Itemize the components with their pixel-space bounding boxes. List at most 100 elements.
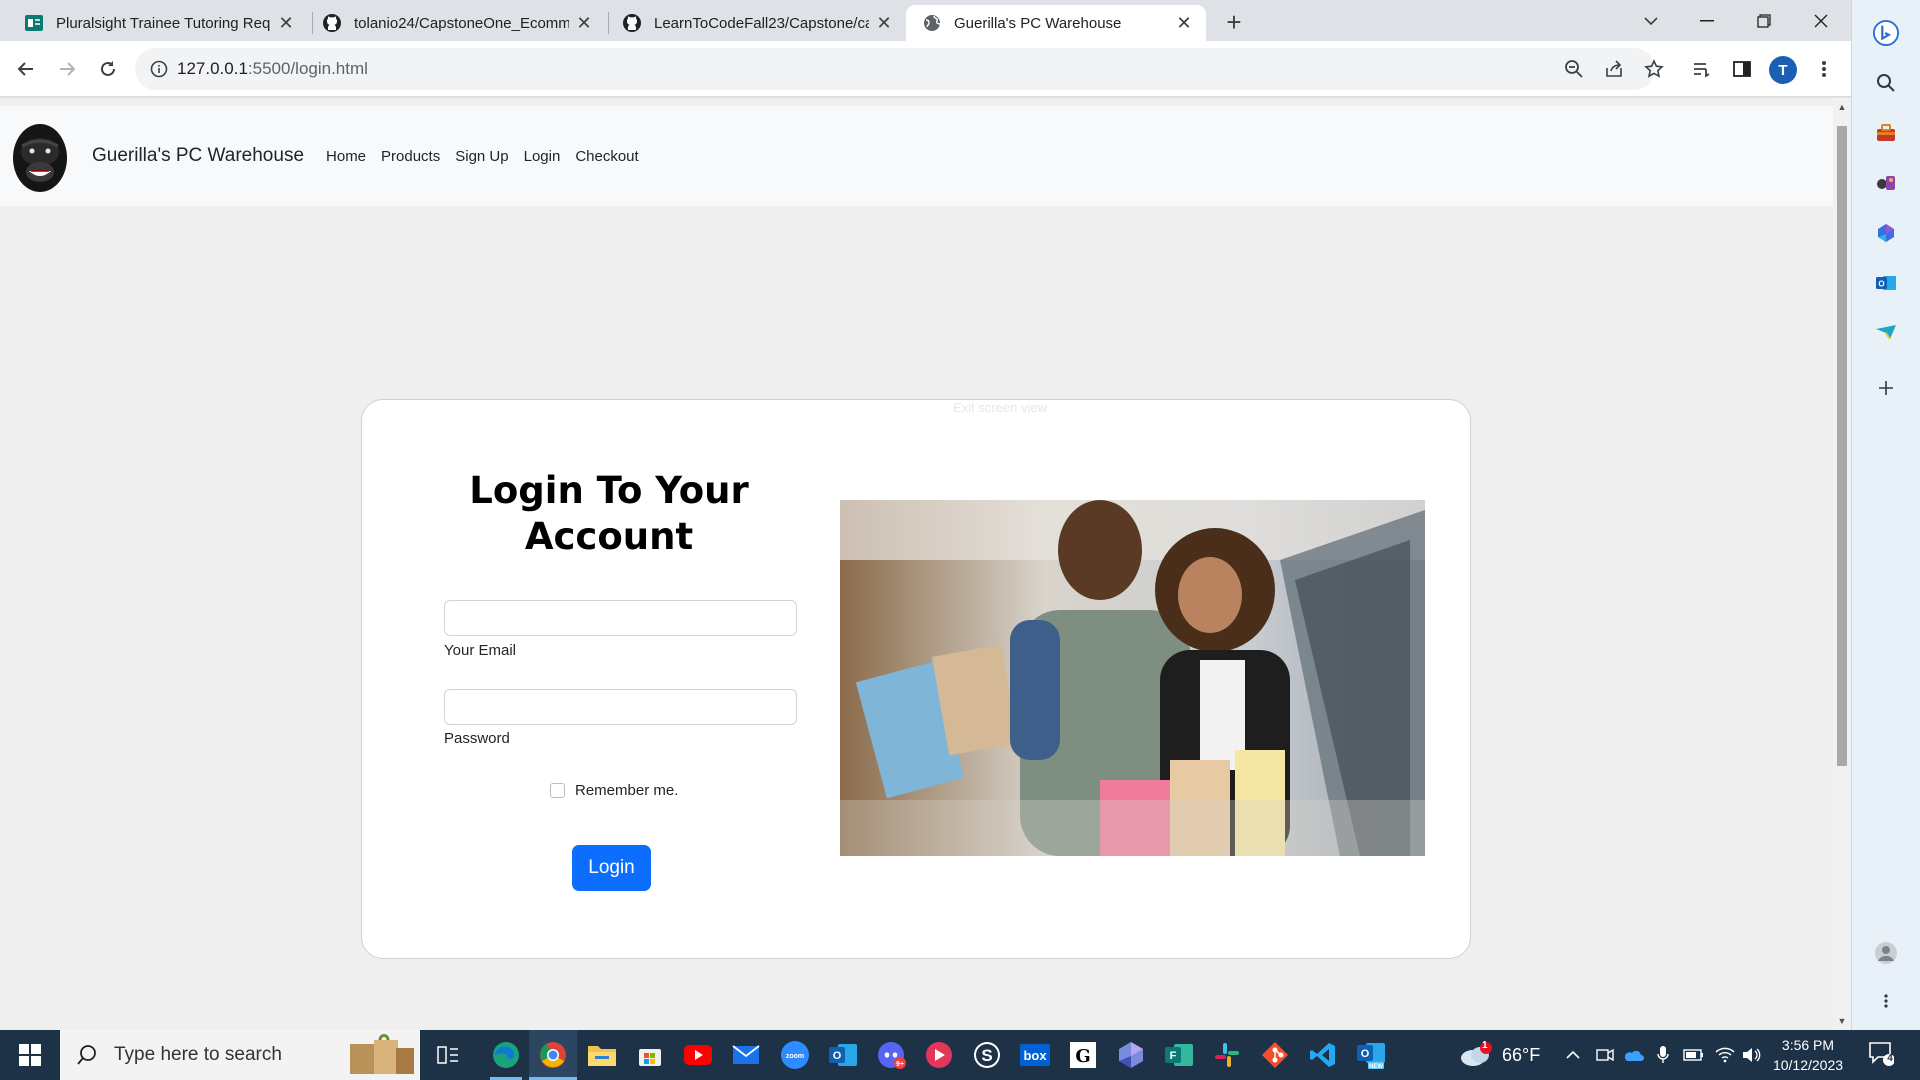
remember-me-checkbox[interactable]	[550, 783, 565, 798]
close-icon[interactable]: ✕	[276, 13, 296, 33]
system-clock[interactable]: 3:56 PM 10/12/2023	[1768, 1035, 1848, 1075]
tab-strip: Pluralsight Trainee Tutoring Req ✕ tolan…	[0, 0, 1851, 41]
g-app-icon[interactable]: G	[1067, 1039, 1099, 1071]
reading-list-icon[interactable]	[1688, 55, 1716, 83]
close-icon[interactable]: ✕	[574, 13, 594, 33]
browser-toolbar: 127.0.0.1:5500/login.html T	[0, 41, 1851, 97]
git-client-icon[interactable]	[1259, 1039, 1291, 1071]
svg-text:O: O	[833, 1050, 842, 1062]
microphone-icon[interactable]	[1657, 1030, 1669, 1080]
url-text: 127.0.0.1:5500/login.html	[177, 59, 368, 79]
restore-icon[interactable]	[1735, 0, 1792, 41]
side-panel-icon[interactable]	[1728, 55, 1756, 83]
profile-avatar[interactable]: T	[1769, 56, 1797, 84]
games-icon[interactable]	[1873, 170, 1899, 196]
tab-title: tolanio24/CapstoneOne_Ecomm	[354, 14, 569, 32]
url-path: :5500/login.html	[247, 59, 368, 78]
meet-now-icon[interactable]	[1596, 1030, 1614, 1080]
wifi-icon[interactable]	[1715, 1030, 1735, 1080]
back-icon[interactable]	[12, 55, 40, 83]
drop-send-icon[interactable]	[1873, 320, 1899, 346]
microsoft-store-icon[interactable]	[634, 1039, 666, 1071]
edge-sidebar: O	[1851, 0, 1920, 1030]
share-icon[interactable]	[1600, 55, 1628, 83]
site-brand[interactable]: Guerilla's PC Warehouse	[92, 145, 304, 167]
menu-kebab-icon[interactable]	[1810, 55, 1838, 83]
gorilla-logo-icon[interactable]	[10, 116, 70, 196]
tab-title: Pluralsight Trainee Tutoring Req	[56, 14, 271, 32]
weather-badge: 1	[1482, 1040, 1488, 1051]
add-icon[interactable]	[1873, 375, 1899, 401]
windows-start-icon[interactable]	[0, 1030, 60, 1080]
scrollbar-thumb[interactable]	[1837, 126, 1847, 766]
tab-search-icon[interactable]	[1622, 0, 1679, 41]
mail-icon[interactable]	[730, 1039, 762, 1071]
onedrive-icon[interactable]	[1622, 1030, 1644, 1080]
bing-chat-icon[interactable]	[1873, 20, 1899, 46]
hexagon-app-icon[interactable]	[1115, 1039, 1147, 1071]
tab-guerillas-pc-warehouse[interactable]: Guerilla's PC Warehouse ✕	[906, 5, 1206, 41]
zoom-icon[interactable]	[1560, 55, 1588, 83]
search-placeholder: Type here to search	[114, 1044, 282, 1065]
address-bar[interactable]: 127.0.0.1:5500/login.html	[135, 48, 1655, 90]
user-avatar-icon[interactable]	[1873, 940, 1899, 966]
task-view-icon[interactable]	[432, 1039, 464, 1071]
forms-app-icon[interactable]: F	[1163, 1039, 1195, 1071]
clock-time: 3:56 PM	[1781, 1037, 1835, 1053]
edge-browser-icon[interactable]	[490, 1039, 522, 1071]
forward-icon[interactable]	[53, 55, 81, 83]
outlook-new-icon[interactable]: O NEW	[1355, 1039, 1387, 1071]
discord-icon[interactable]: 9+	[875, 1039, 907, 1071]
show-hidden-icons[interactable]	[1565, 1030, 1581, 1080]
media-player-icon[interactable]	[923, 1039, 955, 1071]
volume-icon[interactable]	[1742, 1030, 1762, 1080]
scroll-up-icon[interactable]: ▲	[1837, 102, 1847, 112]
email-label: Your Email	[444, 642, 516, 659]
zoom-app-icon[interactable]: zoom	[779, 1039, 811, 1071]
minimize-icon[interactable]	[1678, 0, 1735, 41]
battery-icon[interactable]	[1683, 1030, 1705, 1080]
email-field[interactable]	[444, 600, 797, 636]
shopping-icon[interactable]	[1873, 120, 1899, 146]
site-nav-links: Home Products Sign Up Login Checkout	[326, 148, 654, 165]
new-tab-icon[interactable]: +	[1220, 9, 1248, 37]
skype-style-s-icon[interactable]: S	[971, 1039, 1003, 1071]
taskbar-search[interactable]: Type here to search	[60, 1030, 420, 1080]
scroll-down-icon[interactable]: ▼	[1837, 1016, 1847, 1026]
login-button[interactable]: Login	[572, 845, 651, 891]
remember-me: Remember me.	[550, 782, 678, 799]
outlook-app-icon[interactable]: O	[827, 1039, 859, 1071]
nav-link-home[interactable]: Home	[326, 148, 366, 165]
chrome-icon[interactable]	[529, 1030, 577, 1080]
svg-text:9+: 9+	[896, 1061, 904, 1068]
shopping-couple-image	[840, 500, 1425, 856]
page-scrollbar[interactable]: ▲ ▼	[1833, 98, 1851, 1030]
slack-icon[interactable]	[1211, 1039, 1243, 1071]
outlook-icon[interactable]: O	[1873, 270, 1899, 296]
vscode-icon[interactable]	[1307, 1039, 1339, 1071]
box-icon[interactable]: box	[1019, 1039, 1051, 1071]
sidebar-more-icon[interactable]	[1873, 988, 1899, 1014]
tab-pluralsight[interactable]: Pluralsight Trainee Tutoring Req ✕	[8, 5, 308, 41]
nav-link-sign-up[interactable]: Sign Up	[455, 148, 508, 165]
search-icon[interactable]	[1873, 70, 1899, 96]
notification-center-icon[interactable]: 4	[1868, 1040, 1898, 1070]
nav-link-products[interactable]: Products	[381, 148, 440, 165]
nav-link-login[interactable]: Login	[524, 148, 561, 165]
close-window-icon[interactable]	[1792, 0, 1849, 41]
svg-text:zoom: zoom	[786, 1053, 804, 1060]
close-icon[interactable]: ✕	[1174, 13, 1194, 33]
tab-github-learntocode[interactable]: LearnToCodeFall23/Capstone/ca ✕	[606, 5, 906, 41]
bookmark-star-icon[interactable]	[1640, 55, 1668, 83]
file-explorer-icon[interactable]	[586, 1039, 618, 1071]
microsoft365-icon[interactable]	[1873, 220, 1899, 246]
info-icon[interactable]	[149, 59, 169, 79]
password-field[interactable]	[444, 689, 797, 725]
weather-widget[interactable]: 1 66°F	[1458, 1030, 1540, 1080]
youtube-icon[interactable]	[682, 1039, 714, 1071]
close-icon[interactable]: ✕	[874, 13, 894, 33]
tab-github-capstoneone[interactable]: tolanio24/CapstoneOne_Ecomm ✕	[306, 5, 606, 41]
reload-icon[interactable]	[94, 55, 122, 83]
svg-text:O: O	[1878, 280, 1884, 289]
nav-link-checkout[interactable]: Checkout	[575, 148, 638, 165]
